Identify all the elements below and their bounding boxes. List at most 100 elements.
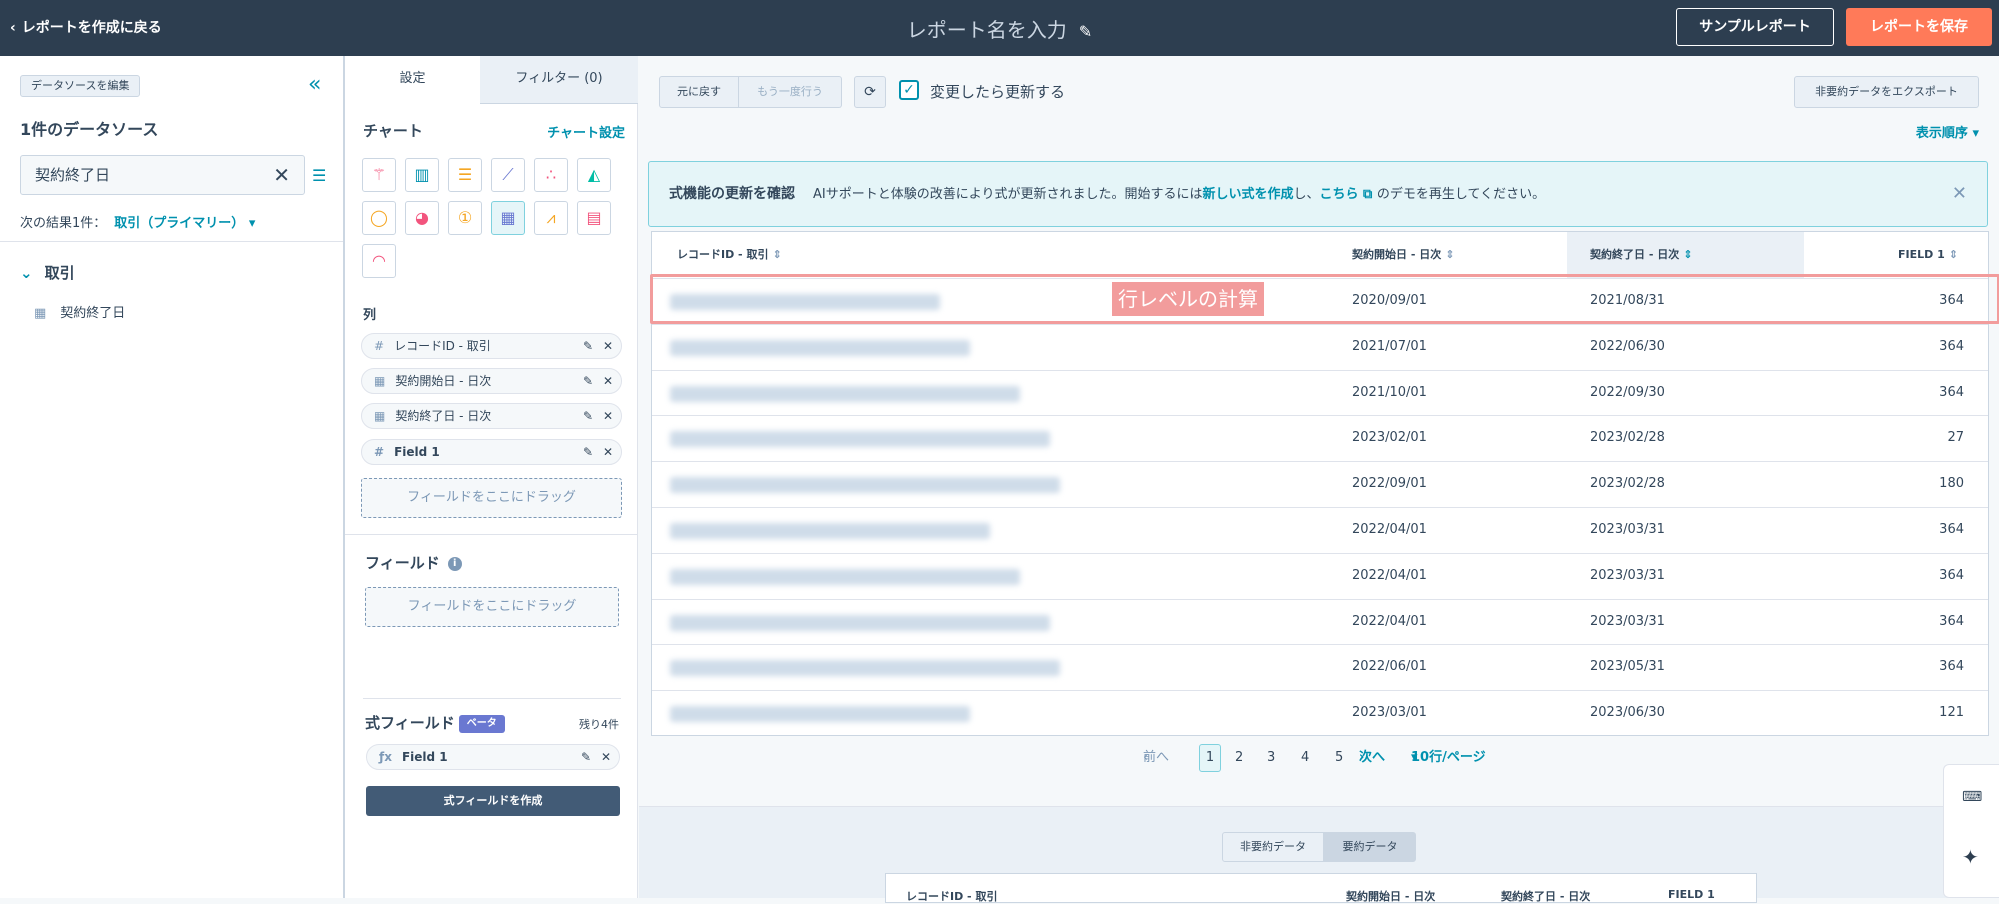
demo-link[interactable]: こちら [1320, 187, 1359, 202]
pencil-icon[interactable]: ✎ [583, 369, 593, 393]
scatter-chart-icon[interactable]: ∴ [534, 158, 568, 192]
next-page-button[interactable]: 次へ › [1359, 746, 1385, 770]
edit-data-source-button[interactable]: データソースを編集 [20, 75, 141, 97]
pivot-table-icon[interactable]: ▤ [577, 201, 611, 235]
data-source-panel: データソースを編集 « 1件のデータソース 契約終了日 ✕ ☰ 次の結果1件： 取引… [0, 56, 345, 898]
page-2-button[interactable]: 2 [1235, 746, 1243, 770]
group-deals[interactable]: ⌄ 取引 [20, 262, 75, 283]
tab-filters[interactable]: フィルター (0) [480, 56, 638, 104]
start-date-cell: 2022/04/01 [1352, 567, 1427, 583]
sparkle-icon[interactable]: ✦ [1962, 845, 1979, 869]
divider [0, 241, 343, 242]
start-date-cell: 2022/06/01 [1352, 659, 1427, 675]
columns-drop-zone[interactable]: フィールドをここにドラッグ [361, 478, 622, 518]
donut-chart-icon[interactable]: ◯ [362, 201, 396, 235]
rows-per-page-dropdown[interactable]: 10行/ページ ▾ [1411, 746, 1486, 770]
divider [363, 698, 621, 699]
redacted-record-id[interactable] [670, 385, 1020, 402]
column-header-start-date[interactable]: 契約開始日 - 日次 ⇕ [1352, 232, 1454, 278]
column-pill[interactable]: # レコードID - 取引 ✎ ✕ [361, 333, 622, 359]
summarized-toggle[interactable]: 要約データ [1324, 832, 1416, 862]
remove-icon[interactable]: ✕ [603, 369, 613, 393]
table-row: 2022/04/01 2023/03/31 364 [652, 598, 1988, 645]
field-search-input[interactable]: 契約終了日 ✕ [20, 155, 305, 195]
single-value-icon[interactable]: ① [448, 201, 482, 235]
new-formula-link[interactable]: 新しい式を作成 [1202, 187, 1293, 202]
sample-report-button[interactable]: サンプルレポート [1676, 8, 1834, 46]
column-header-field1[interactable]: FIELD 1 ⇕ [1898, 232, 1958, 278]
end-date-cell: 2023/06/30 [1590, 705, 1665, 721]
auto-refresh-label[interactable]: 変更したら更新する [930, 81, 1065, 102]
chart-section-title: チャート [363, 122, 423, 140]
clear-icon[interactable]: ✕ [273, 156, 290, 194]
pencil-icon[interactable]: ✎ [583, 404, 593, 428]
redacted-record-id[interactable] [670, 706, 970, 723]
redacted-record-id[interactable] [670, 568, 1020, 585]
banner-text: し、 [1293, 187, 1320, 202]
header-label[interactable]: 契約開始日 - 日次 [1346, 888, 1435, 904]
create-formula-button[interactable]: 式フィールドを作成 [366, 786, 620, 816]
redacted-record-id[interactable] [670, 431, 1050, 448]
filter-settings-icon[interactable]: ☰ [312, 166, 326, 185]
redo-button[interactable]: もう一度行う [739, 76, 842, 108]
field-item[interactable]: ▦ 契約終了日 [34, 302, 125, 321]
unsummarized-toggle[interactable]: 非要約データ [1222, 832, 1324, 862]
remove-icon[interactable]: ✕ [603, 404, 613, 428]
magic-wand-icon[interactable]: ⚚ [362, 158, 396, 192]
pencil-icon[interactable]: ✎ [583, 440, 593, 464]
chart-settings-link[interactable]: チャート設定 [547, 122, 625, 141]
sort-icon: ⇕ [1948, 248, 1958, 261]
end-date-cell: 2023/02/28 [1590, 430, 1665, 446]
header-label[interactable]: レコードID - 取引 [906, 888, 997, 904]
gauge-chart-icon[interactable]: ◠ [362, 244, 396, 278]
redacted-record-id[interactable] [670, 477, 1060, 494]
column-pill[interactable]: ▦ 契約終了日 - 日次 ✎ ✕ [361, 403, 622, 429]
area-chart-icon[interactable]: ◭ [577, 158, 611, 192]
page-5-button[interactable]: 5 [1335, 746, 1343, 770]
sort-order-dropdown[interactable]: 表示順序 ▾ [1916, 122, 1979, 141]
redacted-record-id[interactable] [670, 614, 1050, 631]
column-chart-icon[interactable]: ▥ [405, 158, 439, 192]
primary-object-dropdown[interactable]: 取引（プライマリー） ▾ [114, 216, 255, 231]
table-chart-icon[interactable]: ▦ [491, 201, 525, 235]
redacted-record-id[interactable] [670, 339, 970, 356]
info-icon[interactable]: i [447, 557, 462, 571]
save-report-button[interactable]: レポートを保存 [1846, 8, 1992, 46]
redacted-record-id[interactable] [670, 660, 1060, 677]
combo-chart-icon[interactable]: ⩘ [534, 201, 568, 235]
page-1-button[interactable]: 1 [1199, 744, 1221, 772]
end-date-cell: 2022/09/30 [1590, 384, 1665, 400]
table-row: 2023/03/01 2023/06/30 121 [652, 690, 1988, 736]
formula-field-pill[interactable]: ƒx Field 1 ✎ ✕ [366, 744, 620, 770]
report-title-text[interactable]: レポート名を入力 [907, 18, 1067, 42]
auto-refresh-checkbox[interactable]: ✓ [899, 80, 919, 100]
tab-settings[interactable]: 設定 [345, 56, 480, 104]
collapse-icon[interactable]: « [308, 72, 321, 97]
keyboard-icon[interactable]: ⌨ [1962, 789, 1982, 805]
fields-drop-zone[interactable]: フィールドをここにドラッグ [365, 587, 619, 627]
header-label[interactable]: FIELD 1 [1668, 888, 1715, 901]
export-button[interactable]: 非要約データをエクスポート [1794, 76, 1979, 108]
pencil-icon[interactable]: ✎ [583, 334, 593, 358]
pie-chart-icon[interactable]: ◕ [405, 201, 439, 235]
line-chart-icon[interactable]: ⟋ [491, 158, 525, 192]
page-4-button[interactable]: 4 [1301, 746, 1309, 770]
column-pill[interactable]: ▦ 契約開始日 - 日次 ✎ ✕ [361, 368, 622, 394]
remove-icon[interactable]: ✕ [603, 334, 613, 358]
pencil-icon[interactable]: ✎ [581, 745, 591, 769]
redacted-record-id[interactable] [670, 523, 990, 539]
undo-button[interactable]: 元に戻す [659, 76, 739, 108]
close-icon[interactable]: ✕ [1952, 162, 1967, 226]
fields-title-text: フィールド [365, 554, 440, 572]
pencil-icon[interactable]: ✎ [1079, 22, 1092, 41]
column-header-end-date[interactable]: 契約終了日 - 日次 ⇕ [1590, 232, 1692, 278]
header-label[interactable]: 契約終了日 - 日次 [1501, 888, 1590, 904]
end-date-cell: 2023/03/31 [1590, 567, 1665, 583]
column-pill[interactable]: # Field 1 ✎ ✕ [361, 439, 622, 465]
page-3-button[interactable]: 3 [1267, 746, 1275, 770]
refresh-icon[interactable]: ⟳ [854, 76, 886, 108]
remove-icon[interactable]: ✕ [603, 440, 613, 464]
bar-chart-icon[interactable]: ☰ [448, 158, 482, 192]
column-header-record-id[interactable]: レコードID - 取引 ⇕ [677, 232, 782, 278]
remove-icon[interactable]: ✕ [601, 745, 611, 769]
